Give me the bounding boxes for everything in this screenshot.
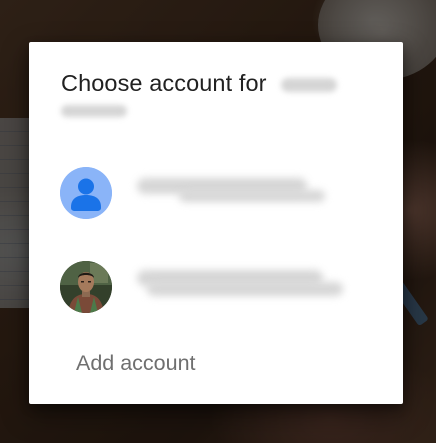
redacted-account-email: [179, 190, 325, 202]
redacted-app-name-continued: [61, 105, 127, 117]
account-chooser-dialog: Choose account for Add account: [29, 42, 403, 404]
redacted-app-name: [280, 77, 337, 92]
account-avatar-photo: [60, 261, 112, 313]
account-item-1[interactable]: [29, 160, 403, 226]
dialog-title: Choose account for: [61, 68, 381, 117]
account-item-2[interactable]: [29, 254, 403, 320]
add-account-button[interactable]: Add account: [76, 349, 196, 377]
dialog-title-text: Choose account for: [61, 70, 267, 96]
person-icon: [60, 167, 112, 219]
redacted-account-email: [147, 282, 343, 296]
account-avatar-default: [60, 167, 112, 219]
screen: Choose account for Add account: [0, 0, 436, 443]
profile-photo-icon: [60, 261, 112, 313]
